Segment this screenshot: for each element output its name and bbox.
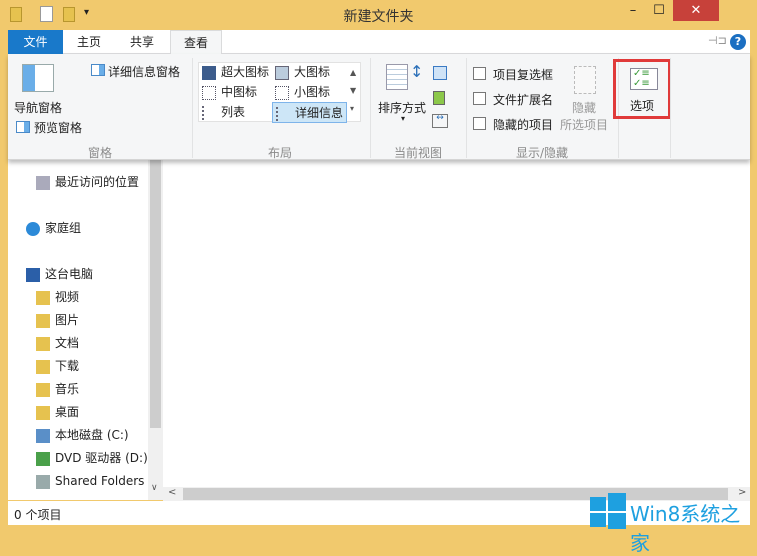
nav-item-music[interactable]: 音乐: [55, 382, 79, 396]
add-columns-icon[interactable]: [433, 91, 445, 105]
nav-item-shared-folders[interactable]: Shared Folders: [55, 474, 144, 488]
scroll-right-icon[interactable]: >: [738, 487, 746, 498]
tab-share[interactable]: 共享: [120, 30, 164, 54]
sort-arrow-icon: ↕: [410, 62, 424, 81]
music-folder-icon: [36, 382, 50, 397]
ribbon-view: 导航窗格 预览窗格 详细信息窗格 窗格 超大图标 大图标 中图标 小图标 列表 …: [8, 54, 750, 160]
tab-home[interactable]: 主页: [68, 30, 110, 54]
navigation-pane-icon: [22, 64, 54, 92]
nav-item-dvd-d[interactable]: DVD 驱动器 (D:): [55, 451, 148, 465]
file-extensions-checkbox[interactable]: [473, 92, 486, 105]
local-disk-icon: [36, 428, 50, 443]
medium-icons-icon: [202, 85, 216, 100]
options-label: 选项: [630, 99, 655, 113]
file-extensions-label[interactable]: 文件扩展名: [493, 93, 553, 107]
separator: [370, 58, 371, 158]
title-bar: ▾ 新建文件夹 – ☐ ✕: [0, 0, 757, 30]
layout-details[interactable]: 详细信息: [295, 106, 343, 120]
close-button[interactable]: ✕: [673, 0, 719, 21]
minimize-button[interactable]: –: [620, 0, 646, 21]
ribbon-tabs: 文件 主页 共享 查看 ⊣⊐ ?: [8, 30, 750, 55]
options-icon: ✓≡ ✓≡: [630, 68, 658, 90]
hidden-items-label[interactable]: 隐藏的项目: [493, 118, 553, 132]
small-icons-icon: [275, 85, 289, 100]
separator: [466, 58, 467, 158]
nav-item-pictures[interactable]: 图片: [55, 313, 79, 327]
layout-large[interactable]: 大图标: [294, 65, 330, 79]
group-label-current-view: 当前视图: [393, 146, 442, 160]
group-by-icon[interactable]: [433, 66, 447, 80]
pin-ribbon-icon[interactable]: ⊣⊐: [708, 34, 727, 47]
large-icons-icon: [275, 65, 289, 80]
item-checkboxes-checkbox[interactable]: [473, 67, 486, 80]
navigation-pane-button[interactable]: 导航窗格: [14, 99, 62, 116]
pictures-folder-icon: [36, 313, 50, 328]
item-count: 0 个项目: [14, 508, 62, 522]
dvd-drive-icon: [36, 451, 50, 466]
layout-list[interactable]: 列表: [221, 105, 245, 119]
nav-item-homegroup[interactable]: 家庭组: [45, 221, 81, 235]
hidden-items-checkbox[interactable]: [473, 117, 486, 130]
network-folder-icon: [36, 474, 50, 489]
gallery-scroll-icons[interactable]: ▲ ▼ ▾: [350, 64, 356, 118]
sort-dropdown-icon[interactable]: ▾: [401, 114, 405, 123]
group-label-layout: 布局: [267, 146, 292, 160]
details-icon: [276, 106, 290, 121]
recent-places-icon: [36, 175, 50, 190]
details-pane-button[interactable]: 详细信息窗格: [108, 63, 180, 80]
nav-scrollbar[interactable]: ∨: [148, 160, 163, 500]
scroll-left-icon[interactable]: <: [168, 487, 176, 498]
watermark-text: Win8系统之家: [630, 502, 741, 555]
preview-pane-button[interactable]: 预览窗格: [34, 119, 82, 136]
separator: [192, 58, 193, 158]
group-label-panes: 窗格: [87, 146, 112, 160]
group-label-show-hide: 显示/隐藏: [515, 146, 569, 160]
nav-item-desktop[interactable]: 桌面: [55, 405, 79, 419]
videos-folder-icon: [36, 290, 50, 305]
file-list-area[interactable]: [163, 160, 750, 487]
details-pane-icon: [91, 64, 105, 76]
hide-selected-label-1: 隐藏: [572, 101, 597, 115]
extra-large-icons-icon: [202, 65, 216, 80]
help-icon[interactable]: ?: [730, 34, 746, 50]
scroll-down-icon[interactable]: ∨: [151, 483, 158, 493]
homegroup-icon: [26, 221, 40, 236]
tab-file[interactable]: 文件: [8, 30, 63, 54]
desktop-folder-icon: [36, 405, 50, 420]
watermark-logo: [590, 493, 626, 529]
layout-small[interactable]: 小图标: [294, 85, 330, 99]
tab-view[interactable]: 查看: [170, 30, 222, 55]
nav-item-documents[interactable]: 文档: [55, 336, 79, 350]
preview-pane-icon: [16, 121, 30, 133]
nav-item-recent[interactable]: 最近访问的位置: [55, 175, 139, 189]
layout-medium[interactable]: 中图标: [221, 85, 257, 99]
computer-icon: [26, 267, 40, 282]
maximize-button[interactable]: ☐: [646, 0, 672, 21]
downloads-folder-icon: [36, 359, 50, 374]
separator: [670, 58, 671, 158]
item-checkboxes-label[interactable]: 项目复选框: [493, 68, 553, 82]
list-icon: [202, 105, 216, 120]
nav-scrollbar-thumb[interactable]: [150, 160, 161, 428]
nav-item-local-disk-c[interactable]: 本地磁盘 (C:): [55, 428, 129, 442]
navigation-pane: 最近访问的位置 家庭组 这台电脑 视频 图片 文档 下载 音乐 桌面 本地磁盘 …: [8, 160, 163, 500]
nav-item-this-pc[interactable]: 这台电脑: [45, 267, 93, 281]
hide-selected-icon: [574, 66, 596, 94]
sort-by-icon: [386, 64, 408, 90]
layout-extra-large[interactable]: 超大图标: [221, 65, 269, 79]
nav-item-downloads[interactable]: 下载: [55, 359, 79, 373]
nav-item-videos[interactable]: 视频: [55, 290, 79, 304]
size-columns-icon[interactable]: ↔: [432, 114, 448, 128]
documents-folder-icon: [36, 336, 50, 351]
hide-selected-label-2: 所选项目: [560, 118, 609, 132]
options-button[interactable]: ✓≡ ✓≡ 选项: [613, 59, 671, 119]
